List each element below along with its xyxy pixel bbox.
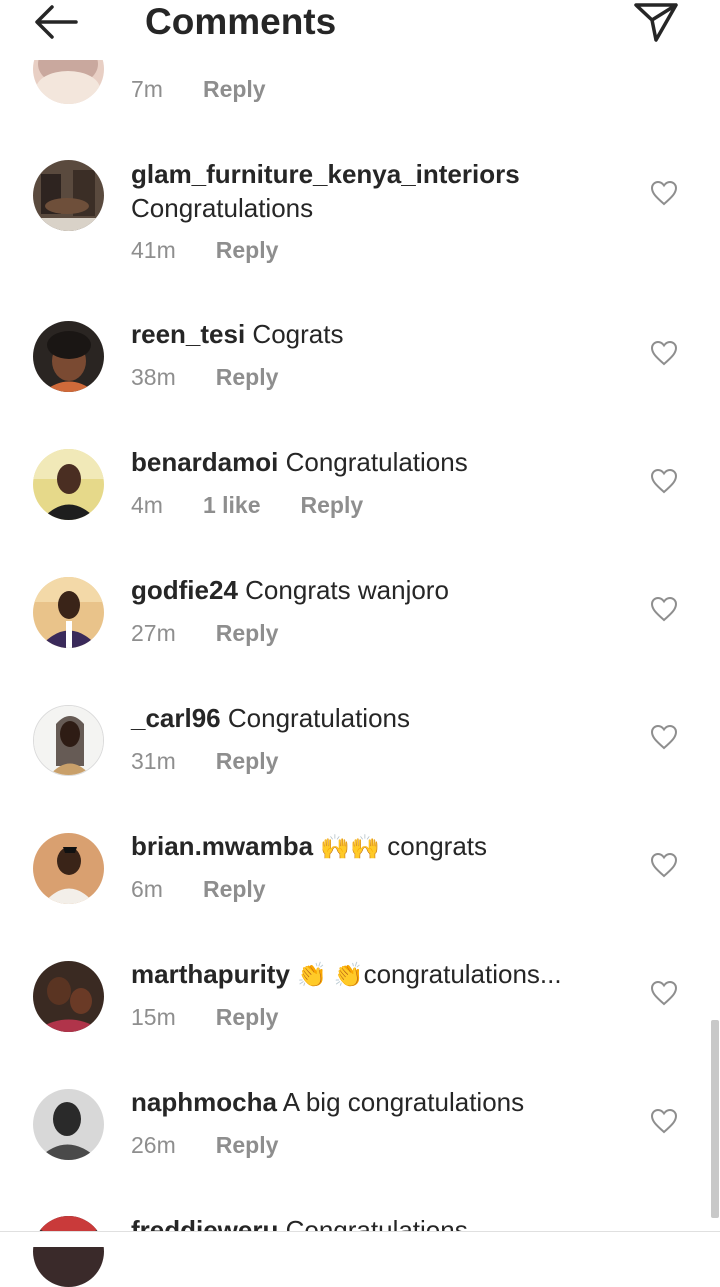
reply-button[interactable]: Reply [216,235,279,265]
likes-count[interactable]: 1 like [203,490,261,520]
avatar[interactable] [33,449,104,520]
heart-icon[interactable] [650,180,678,206]
comment-text: glam_furniture_kenya_interiors Congratul… [131,157,641,225]
comment-username[interactable]: brian.mwamba [131,831,313,861]
comment-username[interactable]: _carl96 [131,703,221,733]
scrollbar[interactable] [711,1020,719,1218]
comment-text: benardamoi Congratulations [131,445,641,479]
comment-time: 7m [131,76,163,102]
comment-body: A big congratulations [282,1087,525,1117]
comment-meta: 27m Reply [131,618,278,648]
reply-button[interactable]: Reply [301,490,364,520]
comment-time: 26m [131,1132,176,1158]
comment-username[interactable]: reen_tesi [131,319,245,349]
comment-time: 31m [131,748,176,774]
comment-body: congratulations... [363,959,562,989]
paper-plane-icon [634,3,678,42]
comment-username[interactable]: naphmocha [131,1087,277,1117]
avatar[interactable] [33,321,104,392]
back-button[interactable] [28,0,84,44]
reply-button[interactable]: Reply [216,746,279,776]
avatar[interactable] [33,1216,104,1287]
comment-username[interactable]: benardamoi [131,447,278,477]
share-button[interactable] [626,0,686,44]
comment-time: 27m [131,620,176,646]
clapping-hands-emoji: 🙌🙌 [320,834,381,861]
heart-icon[interactable] [650,980,678,1006]
avatar[interactable] [33,577,104,648]
comment-meta: 15m Reply [131,1002,278,1032]
reply-button[interactable]: Reply [203,74,266,104]
comment-text: _carl96 Congratulations [131,701,641,735]
avatar[interactable] [33,961,104,1032]
heart-icon[interactable] [650,852,678,878]
heart-icon[interactable] [650,340,678,366]
comment-meta: 31m Reply [131,746,278,776]
comment-body: Cograts [252,319,344,349]
comment-text: godfie24 Congrats wanjoro [131,573,641,607]
comments-list: 7m Reply glam_furniture_kenya_interiors C… [0,0,720,1287]
reply-button[interactable]: Reply [216,618,279,648]
comment-body: congrats [387,831,488,861]
avatar[interactable] [33,705,104,776]
comment-text: marthapurity 👏 👏congratulations... [131,957,641,993]
avatar[interactable] [33,160,104,231]
reply-button[interactable]: Reply [203,874,266,904]
comment-body: Congratulations [131,193,314,223]
avatar[interactable] [33,833,104,904]
heart-icon[interactable] [650,468,678,494]
comment-meta: 4m 1 like Reply [131,490,363,520]
heart-icon[interactable] [650,1108,678,1134]
comment-meta: 41m Reply [131,235,278,265]
comment-username[interactable]: marthapurity [131,959,290,989]
bottom-divider [0,1231,720,1247]
comment-body: Congratulations [285,447,468,477]
reply-button[interactable]: Reply [216,362,279,392]
avatar[interactable] [33,1089,104,1160]
comment-body: Congratulations [227,703,411,733]
heart-icon[interactable] [650,724,678,750]
page-title: Comments [145,1,337,42]
comment-meta: 38m Reply [131,362,278,392]
comment-text: naphmocha A big congratulations [131,1085,641,1119]
comment-meta: 26m Reply [131,1130,278,1160]
heart-icon[interactable] [650,596,678,622]
header-bar: Comments [0,0,720,60]
comment-body: Congrats wanjoro [245,575,449,605]
comment-text: brian.mwamba 🙌🙌 congrats [131,829,641,865]
comment-time: 4m [131,492,163,518]
reply-button[interactable]: Reply [216,1130,279,1160]
comment-meta: 7m Reply [131,74,266,104]
clapping-hands-emoji: 👏 👏 [297,962,364,989]
arrow-left-icon [35,5,78,39]
comment-username[interactable]: godfie24 [131,575,238,605]
comment-time: 6m [131,876,163,902]
comment-time: 38m [131,364,176,390]
comment-time: 15m [131,1004,176,1030]
comment-time: 41m [131,237,176,263]
comment-username[interactable]: glam_furniture_kenya_interiors [131,159,520,189]
reply-button[interactable]: Reply [216,1002,279,1032]
comment-meta: 6m Reply [131,874,266,904]
comment-text: reen_tesi Cograts [131,317,641,351]
